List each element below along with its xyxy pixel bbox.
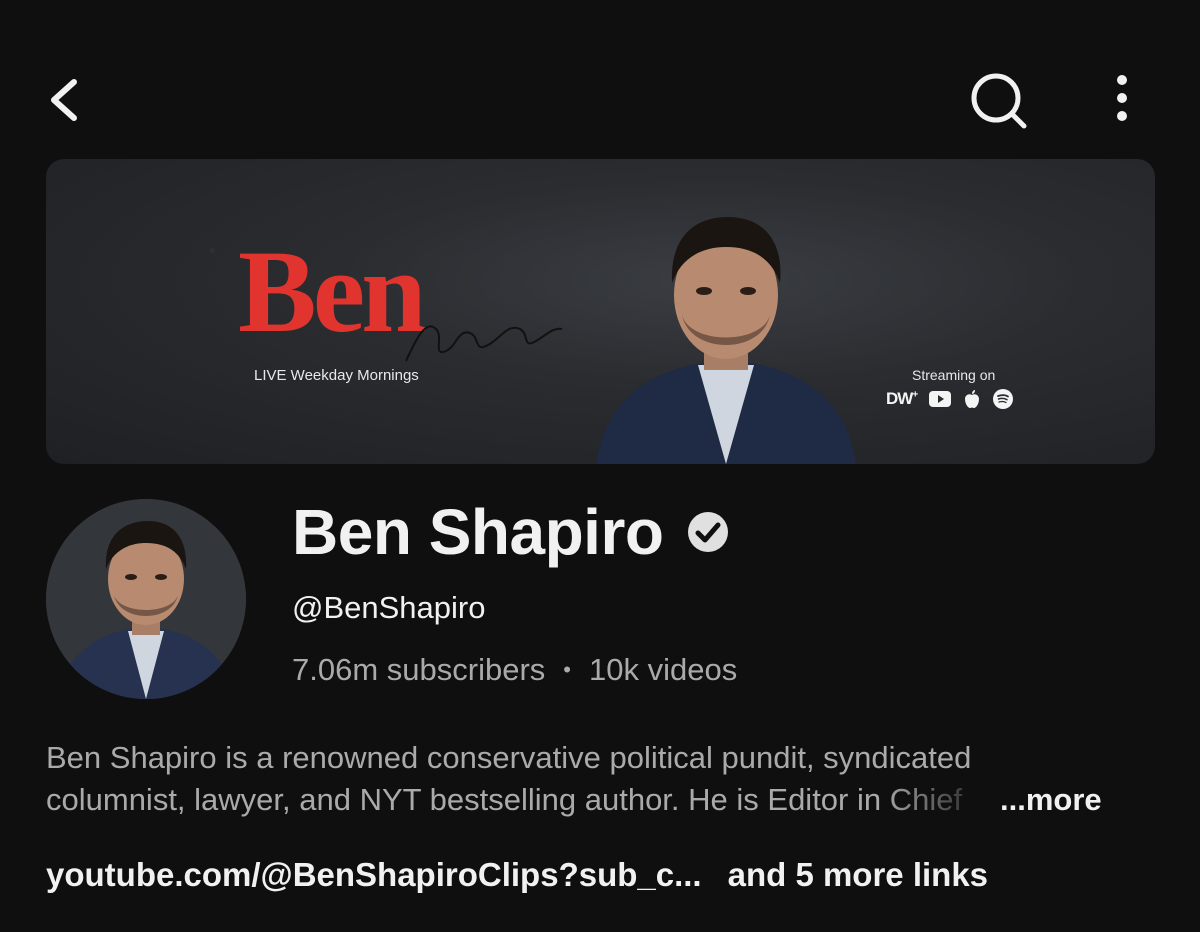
banner-tagline: LIVE Weekday Mornings: [254, 367, 419, 384]
channel-stats: 7.06m subscribers • 10k videos: [292, 652, 737, 688]
more-links-button[interactable]: and 5 more links: [728, 856, 988, 894]
description-line-1: Ben Shapiro is a renowned conservative p…: [46, 740, 972, 775]
signature-icon: [405, 325, 563, 362]
channel-avatar[interactable]: [46, 499, 246, 699]
streaming-label: Streaming on: [912, 367, 996, 383]
channel-name-row: Ben Shapiro: [292, 496, 731, 568]
dailywire-logo: DW+: [886, 389, 918, 408]
channel-name: Ben Shapiro: [292, 496, 664, 568]
search-button[interactable]: [962, 68, 1034, 132]
channel-links: youtube.com/@BenShapiroClips?sub_c... an…: [46, 856, 988, 894]
verified-check-icon: [688, 512, 729, 552]
back-button[interactable]: [40, 70, 96, 130]
platform-logos: DW+: [886, 387, 1014, 411]
subscriber-count: 7.06m subscribers: [292, 652, 546, 687]
video-count: 10k videos: [588, 652, 738, 687]
channel-banner: Ben LIVE Weekday Mornings Streaming on D…: [46, 159, 1155, 464]
channel-handle: @BenShapiro: [292, 590, 486, 625]
youtube-icon: [929, 391, 952, 407]
banner-portrait: [596, 217, 856, 464]
chevron-left-icon: [51, 79, 77, 121]
search-icon: [971, 73, 1027, 129]
description-line-2: columnist, lawyer, and NYT bestselling a…: [46, 782, 963, 817]
stats-separator: •: [563, 657, 571, 682]
more-vertical-icon: [1117, 75, 1127, 121]
avatar-portrait: [46, 499, 246, 699]
channel-description[interactable]: Ben Shapiro is a renowned conservative p…: [46, 737, 1136, 821]
spotify-icon: [993, 389, 1014, 409]
channel-link-primary[interactable]: youtube.com/@BenShapiroClips?sub_c...: [46, 856, 702, 894]
more-options-button[interactable]: [1098, 68, 1146, 132]
banner-logo: Ben: [238, 226, 427, 357]
description-more-button[interactable]: ...more: [1000, 779, 1102, 821]
apple-icon: [965, 390, 980, 408]
